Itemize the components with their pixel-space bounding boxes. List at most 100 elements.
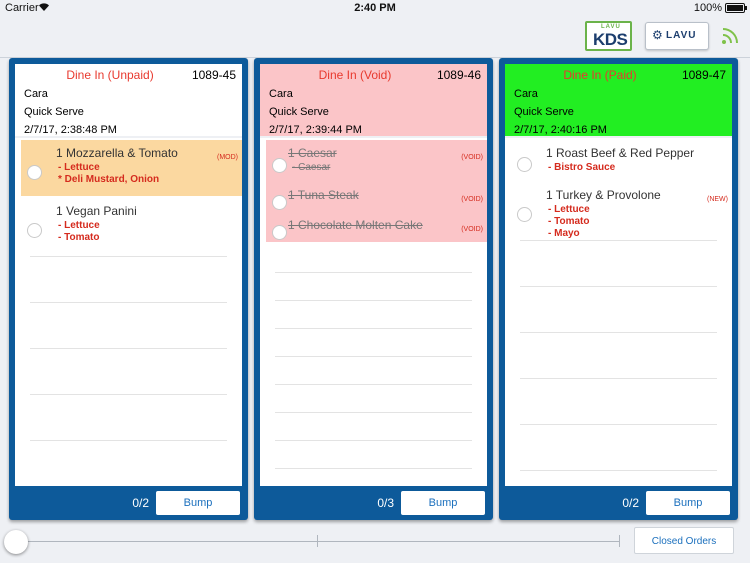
order-status: Dine In (Paid) <box>563 68 637 82</box>
ticket-header: Dine In (Void) 1089-46 Cara Quick Serve 2/7/… <box>260 64 487 136</box>
item-modifier: - Mayo <box>548 228 580 239</box>
item-checkbox[interactable] <box>27 165 42 180</box>
item-checkbox[interactable] <box>27 223 42 238</box>
empty-slot-line <box>30 256 227 257</box>
order-number: 1089-45 <box>191 68 236 82</box>
item-name: 1 Turkey & Provolone <box>546 188 661 202</box>
order-item[interactable]: 1 Caesar - Caesar (VOID) <box>266 140 487 182</box>
empty-slot-line <box>520 470 717 471</box>
gear-icon: ⚙ <box>652 28 663 42</box>
item-checkbox[interactable] <box>272 225 287 240</box>
empty-slot-line <box>30 302 227 303</box>
connection-signal-icon <box>722 28 738 44</box>
items-done-count: 0/2 <box>622 496 639 510</box>
ticket-body: Dine In (Unpaid) 1089-45 Cara Quick Serve 2/… <box>15 64 242 486</box>
order-datetime: 2/7/17, 2:39:44 PM <box>269 124 362 136</box>
item-modifier: - Bistro Sauce <box>548 162 616 173</box>
status-bar: Carrier 2:40 PM 100% <box>0 0 750 16</box>
order-item[interactable]: 1 Chocolate Molten Cake (VOID) <box>266 212 487 242</box>
item-modifier: - Tomato <box>548 216 590 227</box>
battery-icon <box>725 3 747 13</box>
ticket-footer: 0/2 Bump <box>499 486 738 520</box>
bump-button[interactable]: Bump <box>646 491 730 515</box>
kds-logo-text: KDS <box>593 30 628 49</box>
empty-slot-line <box>520 424 717 425</box>
item-modifier: - Lettuce <box>548 204 590 215</box>
item-status-tag: (VOID) <box>461 196 483 203</box>
ticket-body: Dine In (Void) 1089-46 Cara Quick Serve 2/7/… <box>260 64 487 486</box>
battery-fill <box>727 5 743 11</box>
ticket-body: Dine In (Paid) 1089-47 Cara Quick Serve 2/7/… <box>505 64 732 486</box>
empty-slot-line <box>520 240 717 241</box>
empty-slot-line <box>275 328 472 329</box>
order-number: 1089-46 <box>436 68 481 82</box>
empty-slot-line <box>520 286 717 287</box>
empty-slot-line <box>30 394 227 395</box>
empty-slot-line <box>520 378 717 379</box>
item-checkbox[interactable] <box>517 157 532 172</box>
ticket-footer: 0/3 Bump <box>254 486 493 520</box>
empty-slot-line <box>30 440 227 441</box>
item-name: 1 Vegan Panini <box>56 204 137 218</box>
battery-percent: 100% <box>693 2 722 14</box>
item-name: 1 Tuna Steak <box>288 188 359 202</box>
service-type: Quick Serve <box>269 106 329 118</box>
order-number: 1089-47 <box>681 68 726 82</box>
ticket-slider-knob[interactable] <box>4 530 28 554</box>
empty-slot-line <box>275 468 472 469</box>
closed-orders-button[interactable]: Closed Orders <box>634 527 734 554</box>
top-bar: LAVU KDS ⚙ LAVU <box>0 16 750 58</box>
item-checkbox[interactable] <box>272 195 287 210</box>
item-status-tag: (VOID) <box>461 154 483 161</box>
bottom-bar: Closed Orders <box>0 522 750 563</box>
order-item[interactable]: 1 Tuna Steak (VOID) <box>266 182 487 212</box>
empty-slot-line <box>275 384 472 385</box>
item-status-tag: (NEW) <box>707 196 728 203</box>
order-status: Dine In (Void) <box>318 68 392 82</box>
order-ticket[interactable]: Dine In (Void) 1089-46 Cara Quick Serve 2/7/… <box>254 58 493 520</box>
empty-slot-line <box>275 356 472 357</box>
order-ticket[interactable]: Dine In (Unpaid) 1089-45 Cara Quick Serve 2/… <box>9 58 248 520</box>
empty-slot-line <box>275 440 472 441</box>
item-modifier: * Deli Mustard, Onion <box>58 174 160 185</box>
order-item[interactable]: 1 Vegan Panini - Lettuce - Tomato <box>21 198 242 254</box>
slider-tick <box>317 535 318 547</box>
items-done-count: 0/3 <box>377 496 394 510</box>
bump-button[interactable]: Bump <box>156 491 240 515</box>
items-done-count: 0/2 <box>132 496 149 510</box>
ticket-header: Dine In (Unpaid) 1089-45 Cara Quick Serve 2/… <box>15 64 242 136</box>
item-name: 1 Caesar <box>288 146 337 160</box>
kds-logo: LAVU KDS <box>585 21 632 51</box>
ticket-header: Dine In (Paid) 1089-47 Cara Quick Serve 2/7/… <box>505 64 732 136</box>
item-checkbox[interactable] <box>517 207 532 222</box>
header-divider <box>260 136 487 138</box>
order-datetime: 2/7/17, 2:40:16 PM <box>514 124 607 136</box>
clock: 2:40 PM <box>354 2 396 14</box>
service-type: Quick Serve <box>24 106 84 118</box>
order-item[interactable]: 1 Roast Beef & Red Pepper - Bistro Sauce <box>511 140 732 180</box>
order-datetime: 2/7/17, 2:38:48 PM <box>24 124 117 136</box>
empty-slot-line <box>275 272 472 273</box>
item-checkbox[interactable] <box>272 158 287 173</box>
empty-slot-line <box>275 300 472 301</box>
header-divider <box>15 136 242 138</box>
order-ticket[interactable]: Dine In (Paid) 1089-47 Cara Quick Serve 2/7/… <box>499 58 738 520</box>
item-modifier: - Lettuce <box>58 220 100 231</box>
slider-tick <box>619 535 620 547</box>
empty-slot-line <box>275 412 472 413</box>
order-item[interactable]: 1 Turkey & Provolone - Lettuce - Tomato - M… <box>511 182 732 239</box>
lavu-menu-button[interactable]: ⚙ LAVU <box>645 22 709 50</box>
item-modifier: - Caesar <box>292 162 331 173</box>
ticket-footer: 0/2 Bump <box>9 486 248 520</box>
item-modifier: - Lettuce <box>58 162 100 173</box>
item-name: 1 Mozzarella & Tomato <box>56 146 178 160</box>
service-type: Quick Serve <box>514 106 574 118</box>
empty-slot-line <box>520 332 717 333</box>
lavu-button-label: LAVU <box>666 30 697 41</box>
bump-button[interactable]: Bump <box>401 491 485 515</box>
item-status-tag: (VOID) <box>461 226 483 233</box>
item-name: 1 Roast Beef & Red Pepper <box>546 146 695 160</box>
header-divider <box>505 136 732 138</box>
order-item[interactable]: 1 Mozzarella & Tomato - Lettuce * Deli Mus… <box>21 140 242 196</box>
order-status: Dine In (Unpaid) <box>66 68 154 82</box>
